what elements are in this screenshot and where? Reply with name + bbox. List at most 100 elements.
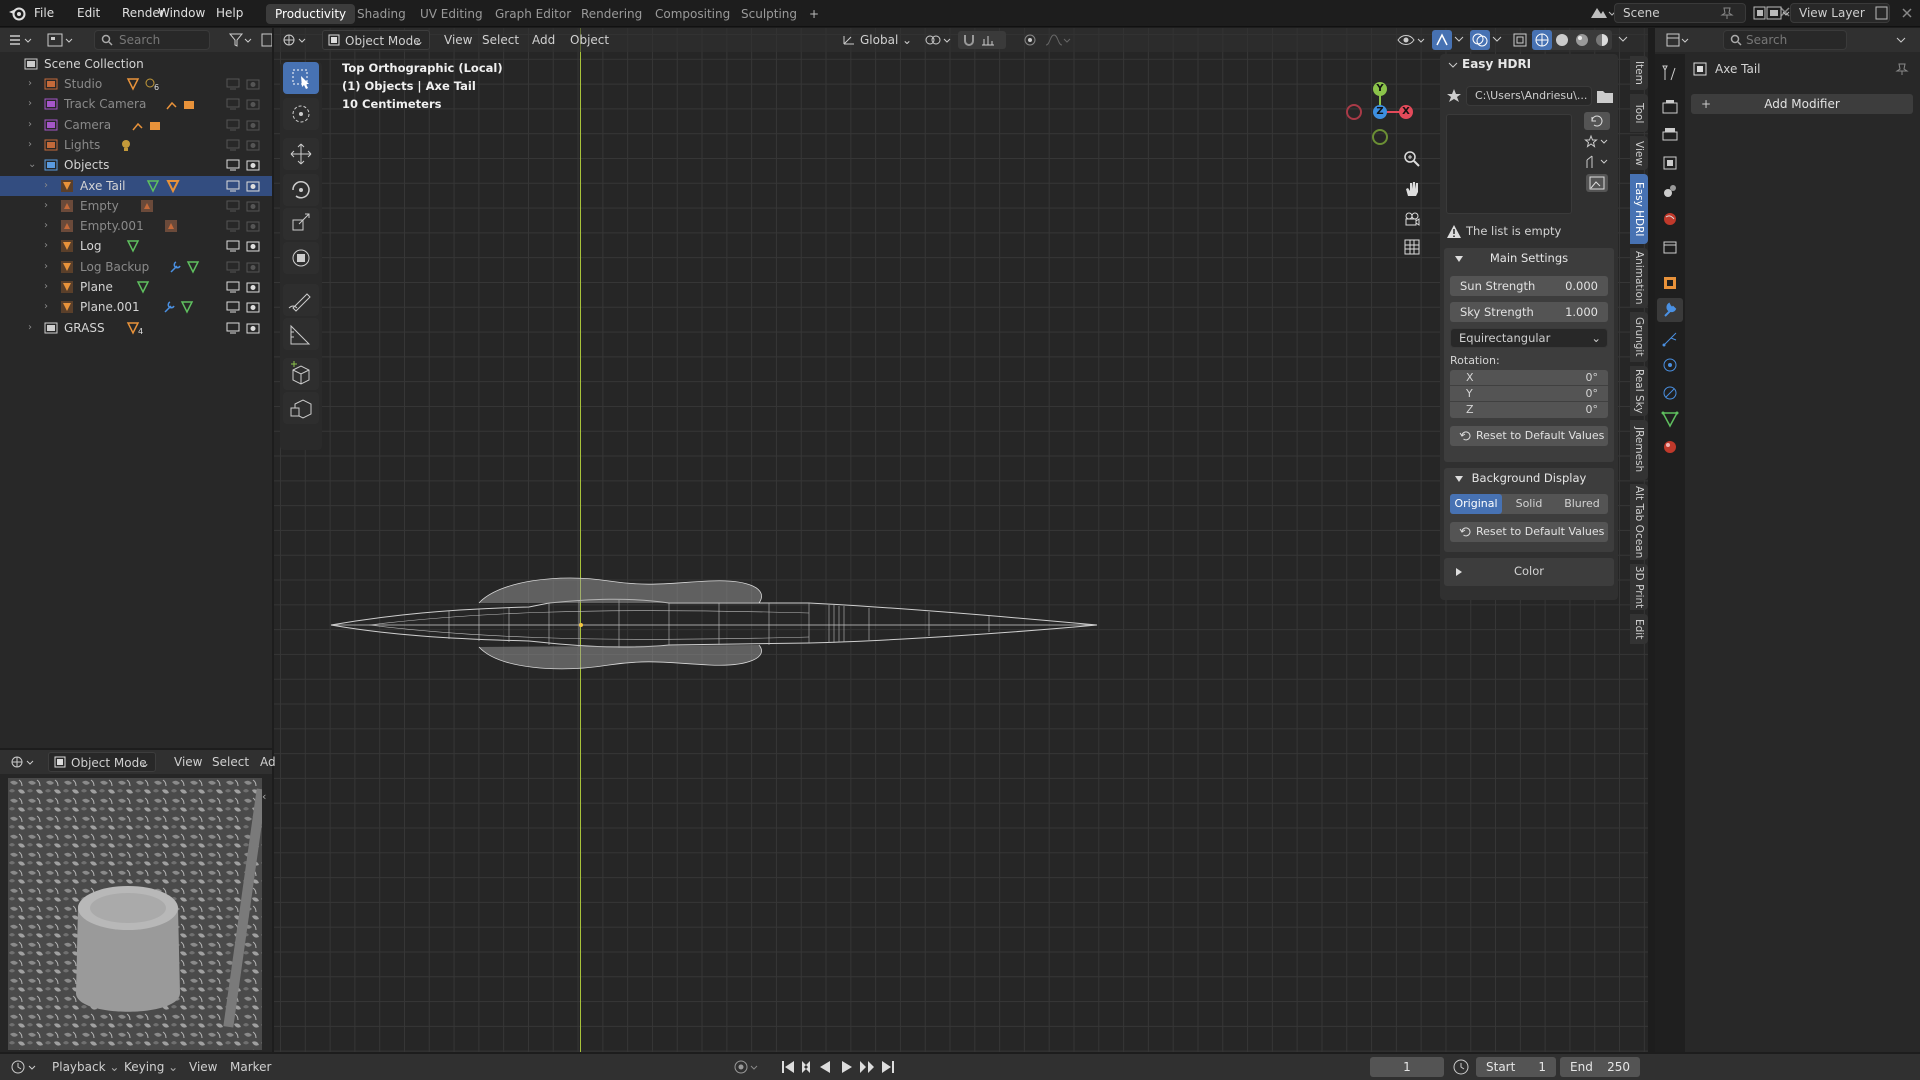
outliner-item-log[interactable]: › Log bbox=[0, 236, 272, 256]
object-mode-dropdown[interactable]: Object Mode ⌄ bbox=[322, 30, 430, 50]
properties-search-input[interactable]: Search bbox=[1723, 30, 1847, 50]
wireframe-shading-icon[interactable] bbox=[1532, 30, 1552, 50]
outliner-item-grass[interactable]: › GRASS 4 bbox=[0, 318, 272, 338]
viewport-visibility-icon[interactable] bbox=[226, 239, 240, 253]
sidebar-tab-tool[interactable]: Tool bbox=[1630, 94, 1648, 132]
panel-collapse-icon[interactable] bbox=[1448, 60, 1458, 70]
viewport-visibility-icon[interactable] bbox=[226, 260, 240, 274]
preview-menu-view[interactable]: View bbox=[168, 752, 208, 772]
add-workspace-button[interactable]: + bbox=[800, 4, 828, 24]
proportional-edit-icon[interactable] bbox=[1022, 32, 1038, 48]
rotation-y-field[interactable]: Y 0° bbox=[1450, 386, 1608, 402]
delete-view-layer-icon[interactable] bbox=[1900, 6, 1914, 20]
hdri-preview-list[interactable] bbox=[1446, 114, 1572, 214]
pin-icon[interactable] bbox=[1895, 62, 1909, 76]
sidebar-tab-3d-print[interactable]: 3D Print bbox=[1630, 564, 1648, 610]
render-visibility-icon[interactable] bbox=[246, 199, 260, 213]
gizmo-x-axis[interactable]: X bbox=[1399, 105, 1413, 119]
hdri-folder-path[interactable]: C:\Users\Andriesu\... bbox=[1466, 86, 1592, 106]
render-visibility-icon[interactable] bbox=[246, 138, 260, 152]
physics-properties-icon[interactable] bbox=[1661, 356, 1679, 374]
reset-main-settings-button[interactable]: Reset to Default Values bbox=[1450, 426, 1608, 446]
collapse-chevron-icon[interactable]: › bbox=[28, 74, 32, 94]
modifier-properties-icon[interactable] bbox=[1657, 298, 1683, 322]
tab-shading[interactable]: Shading bbox=[348, 4, 415, 24]
preview-viewport[interactable]: Object Mode ⌄ View Select Ad ‹ bbox=[0, 750, 276, 1052]
timeline-editor-type-icon[interactable] bbox=[10, 1058, 40, 1076]
output-properties-icon[interactable] bbox=[1661, 126, 1679, 144]
tab-sculpting[interactable]: Sculpting bbox=[732, 4, 806, 24]
viewport-editor-type-icon[interactable] bbox=[282, 32, 310, 48]
outliner-item-studio[interactable]: › Studio 6 bbox=[0, 74, 272, 94]
world-properties-icon[interactable] bbox=[1661, 210, 1679, 228]
sky-strength-field[interactable]: Sky Strength 1.000 bbox=[1450, 302, 1608, 322]
keying-menu[interactable]: Keying ⌄ bbox=[118, 1057, 184, 1077]
preview-menu-select[interactable]: Select bbox=[206, 752, 255, 772]
preview-editor-type-icon[interactable] bbox=[10, 754, 38, 770]
viewport-visibility-icon[interactable] bbox=[226, 118, 240, 132]
view-layer-icon[interactable] bbox=[1764, 4, 1790, 22]
collapse-chevron-icon[interactable]: › bbox=[28, 94, 32, 114]
rotate-tool[interactable] bbox=[283, 174, 319, 206]
object-properties-icon[interactable] bbox=[1661, 274, 1679, 292]
menu-view[interactable]: View bbox=[438, 30, 478, 50]
sidebar-tab-view[interactable]: View bbox=[1630, 136, 1648, 170]
collection-properties-icon[interactable] bbox=[1661, 238, 1679, 256]
render-visibility-icon[interactable] bbox=[246, 158, 260, 172]
bg-option-original[interactable]: Original bbox=[1450, 494, 1502, 514]
sidebar-tab-jremesh[interactable]: JRemesh bbox=[1630, 420, 1648, 480]
collapse-chevron-icon[interactable]: › bbox=[28, 115, 32, 135]
sidebar-tab-item[interactable]: Item bbox=[1630, 56, 1648, 90]
sidebar-tab-easy-hdri[interactable]: Easy HDRI bbox=[1630, 174, 1648, 244]
overlay-toggle-icon[interactable] bbox=[1470, 30, 1490, 50]
material-properties-icon[interactable] bbox=[1661, 438, 1679, 456]
measure-tool[interactable] bbox=[283, 318, 319, 350]
editor-type-icon[interactable] bbox=[8, 32, 36, 48]
tab-graph-editor[interactable]: Graph Editor bbox=[486, 4, 580, 24]
pin-icon[interactable] bbox=[1720, 6, 1734, 20]
outliner-item-plane-001[interactable]: › Plane.001 bbox=[0, 297, 272, 317]
render-visibility-icon[interactable] bbox=[246, 321, 260, 335]
viewport-visibility-icon[interactable] bbox=[226, 158, 240, 172]
overlay-dropdown-icon[interactable] bbox=[1492, 34, 1502, 44]
expand-chevron-icon[interactable]: ⌄ bbox=[28, 155, 36, 175]
viewport-visibility-icon[interactable] bbox=[226, 300, 240, 314]
viewport-visibility-icon[interactable] bbox=[226, 199, 240, 213]
bg-option-blured[interactable]: Blured bbox=[1556, 494, 1608, 514]
folder-icon[interactable] bbox=[1596, 88, 1614, 104]
collapse-chevron-icon[interactable]: › bbox=[44, 297, 48, 317]
solid-shading-icon[interactable] bbox=[1552, 30, 1572, 50]
sidebar-tab-alt-tab-ocean[interactable]: Alt Tab Ocean bbox=[1630, 484, 1648, 560]
image-icon[interactable] bbox=[1586, 174, 1608, 192]
collapse-arrow-icon[interactable]: ‹ bbox=[262, 790, 266, 803]
menu-object[interactable]: Object bbox=[564, 30, 615, 50]
start-frame-field[interactable]: Start 1 bbox=[1476, 1057, 1556, 1077]
rendered-shading-icon[interactable] bbox=[1592, 30, 1612, 50]
pan-hand-icon[interactable] bbox=[1403, 180, 1421, 198]
new-view-layer-icon[interactable] bbox=[1874, 5, 1890, 21]
gizmo-y-axis[interactable]: Y bbox=[1373, 82, 1387, 96]
outliner-item-camera[interactable]: › Camera bbox=[0, 115, 272, 135]
bg-option-solid[interactable]: Solid bbox=[1503, 494, 1555, 514]
rotation-z-field[interactable]: Z 0° bbox=[1450, 402, 1608, 418]
render-visibility-icon[interactable] bbox=[246, 118, 260, 132]
transform-orientation-dropdown[interactable]: Global ⌄ bbox=[836, 30, 916, 50]
marker-menu[interactable]: Marker bbox=[224, 1057, 277, 1077]
viewport-visibility-icon[interactable] bbox=[226, 280, 240, 294]
tool-properties-icon[interactable] bbox=[1661, 64, 1679, 82]
zoom-icon[interactable] bbox=[1403, 150, 1421, 168]
clock-icon[interactable] bbox=[1452, 1058, 1470, 1076]
collapse-chevron-icon[interactable]: › bbox=[28, 318, 32, 338]
collapse-chevron-icon[interactable]: › bbox=[44, 216, 48, 236]
properties-options-icon[interactable] bbox=[1895, 34, 1907, 46]
tab-rendering[interactable]: Rendering bbox=[572, 4, 651, 24]
favorite-star-icon[interactable] bbox=[1446, 88, 1462, 104]
properties-editor-type-icon[interactable] bbox=[1665, 32, 1693, 48]
select-box-tool[interactable] bbox=[283, 62, 319, 94]
preview-object-mode-dropdown[interactable]: Object Mode ⌄ bbox=[48, 752, 156, 772]
collapse-chevron-icon[interactable]: › bbox=[28, 135, 32, 155]
menu-window[interactable]: Window bbox=[150, 0, 213, 27]
scale-tool[interactable] bbox=[283, 208, 319, 240]
render-visibility-icon[interactable] bbox=[246, 280, 260, 294]
camera-view-icon[interactable] bbox=[1403, 210, 1421, 228]
